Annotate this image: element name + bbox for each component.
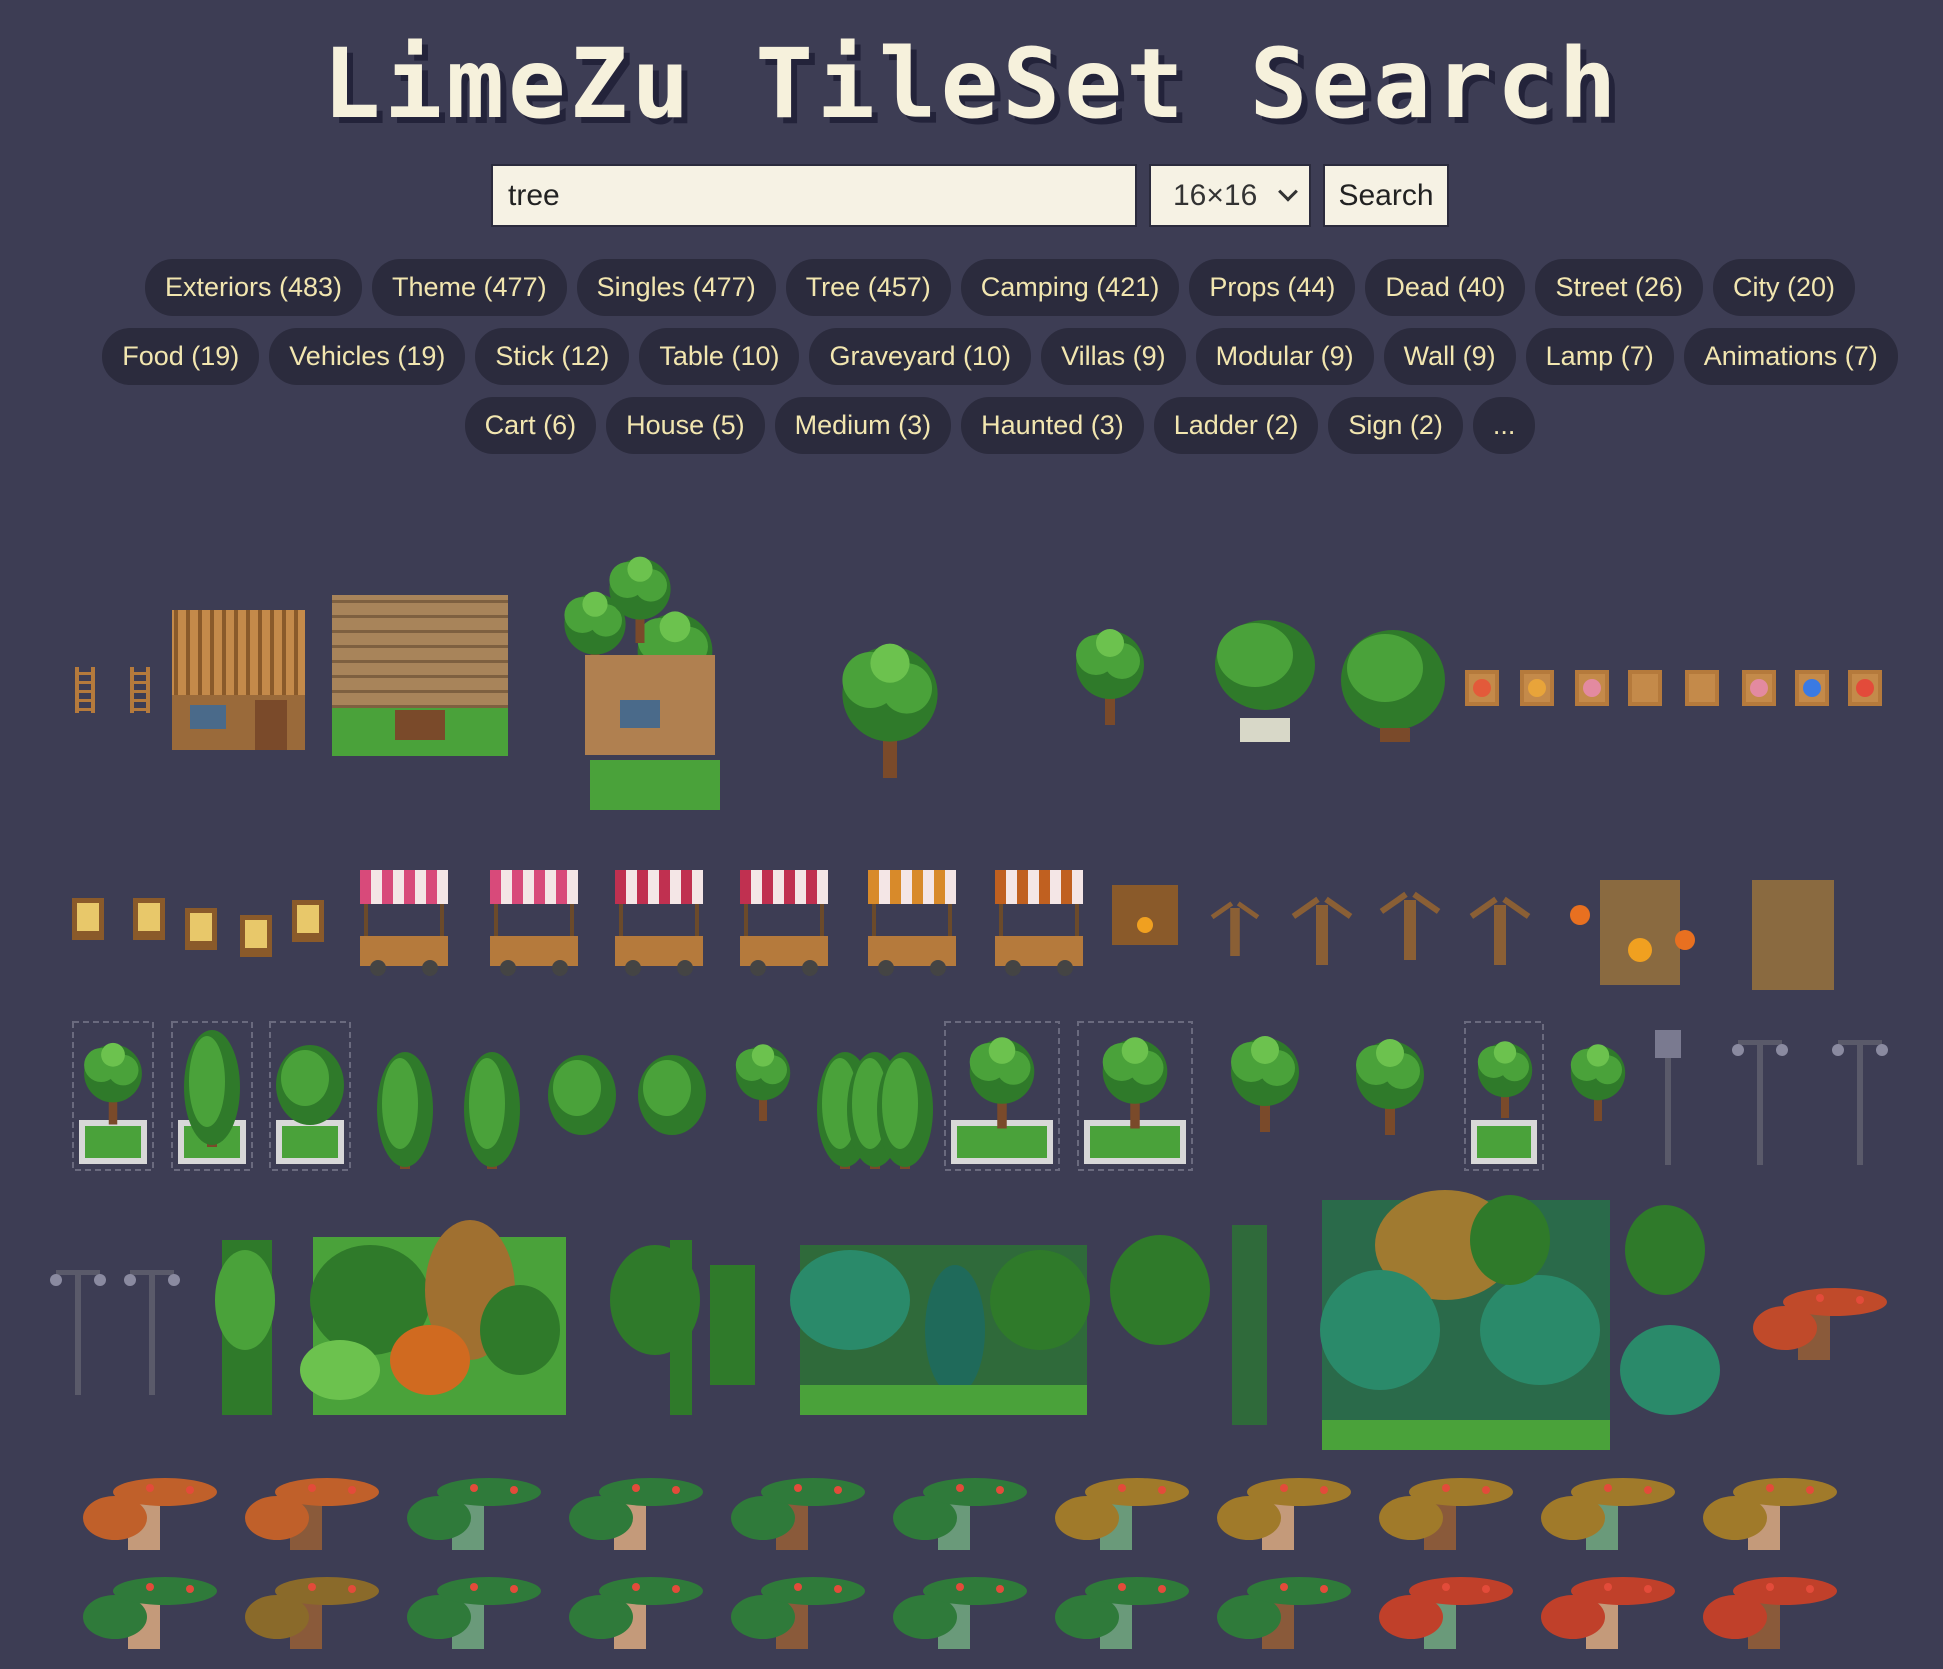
forest-edge-tile[interactable] [1110, 1235, 1210, 1345]
fruit-tree-tile[interactable] [245, 1577, 379, 1649]
market-stall-tile[interactable] [868, 870, 956, 976]
street-lamp-tile[interactable] [1732, 1040, 1788, 1165]
tree-tile[interactable] [842, 643, 938, 778]
roof-tile[interactable] [332, 595, 508, 756]
menu-board-tile[interactable] [133, 898, 165, 940]
street-lamp-tile[interactable] [50, 1270, 106, 1395]
house-tile[interactable] [172, 610, 305, 750]
forest-edge-tile[interactable] [710, 1265, 755, 1385]
fruit-tree-tile[interactable] [1217, 1577, 1351, 1649]
market-stall-tile[interactable] [360, 870, 448, 976]
fruit-tree-tile[interactable] [1703, 1577, 1837, 1649]
fruit-tree-tile[interactable] [1055, 1478, 1189, 1550]
pumpkin-stump-tile[interactable] [1112, 885, 1178, 945]
pine-tree-tile[interactable] [377, 1052, 433, 1169]
fruit-tree-tile[interactable] [569, 1577, 703, 1649]
fruit-tree-tile[interactable] [1379, 1478, 1513, 1550]
tile-results-grid [50, 556, 1888, 1649]
menu-board-tile[interactable] [240, 915, 272, 957]
fruit-tree-tile[interactable] [1055, 1577, 1189, 1649]
tree-tile[interactable] [1076, 629, 1144, 725]
tree-tile[interactable] [1477, 1041, 1533, 1118]
forest-edge-tile[interactable] [1232, 1225, 1267, 1425]
tree-tile[interactable] [1570, 1044, 1626, 1121]
sign-tile[interactable] [1685, 670, 1719, 706]
bush-tile[interactable] [638, 1055, 706, 1135]
fruit-tree-tile[interactable] [245, 1478, 379, 1550]
fruit-tree-tile[interactable] [569, 1478, 703, 1550]
pine-tree-tile[interactable] [464, 1052, 520, 1169]
dead-tree-tile[interactable] [1210, 901, 1260, 956]
forest-edge-tile[interactable] [215, 1240, 275, 1415]
market-stall-tile[interactable] [740, 870, 828, 976]
treehouse-tile[interactable] [585, 655, 720, 810]
sign-tile[interactable] [1520, 670, 1554, 706]
bush-tile[interactable] [548, 1055, 616, 1135]
fruit-tree-tile[interactable] [1217, 1478, 1351, 1550]
fruit-tree-tile[interactable] [83, 1478, 217, 1550]
sign-tile[interactable] [1795, 670, 1829, 706]
market-stall-tile[interactable] [490, 870, 578, 976]
fruit-tree-tile[interactable] [1753, 1288, 1887, 1360]
dead-tree-tile[interactable] [1379, 891, 1441, 960]
tree-tile[interactable] [969, 1037, 1035, 1129]
dead-tree-tile[interactable] [1291, 896, 1353, 965]
fruit-tree-tile[interactable] [731, 1577, 865, 1649]
tree-tile[interactable] [1356, 1039, 1424, 1135]
forest-tile[interactable] [1320, 1190, 1610, 1450]
market-stall-tile[interactable] [995, 870, 1083, 976]
street-lamp-tile[interactable] [124, 1270, 180, 1395]
forest-tile[interactable] [790, 1245, 1090, 1415]
sign-tile[interactable] [1742, 670, 1776, 706]
sign-tile[interactable] [1628, 670, 1662, 706]
fruit-tree-tile[interactable] [893, 1577, 1027, 1649]
fruit-tree-tile[interactable] [407, 1577, 541, 1649]
ladder-tile[interactable] [75, 667, 95, 713]
tree-planter-tile[interactable] [1341, 630, 1445, 742]
menu-board-tile[interactable] [185, 908, 217, 950]
fruit-tree-tile[interactable] [731, 1478, 865, 1550]
forest-tile[interactable] [300, 1220, 566, 1415]
menu-board-tile[interactable] [72, 898, 104, 940]
forest-edge-tile[interactable] [610, 1240, 700, 1415]
street-lamp-tile[interactable] [1832, 1040, 1888, 1165]
tree-tile[interactable] [1231, 1036, 1299, 1132]
fruit-tree-tile[interactable] [407, 1478, 541, 1550]
sign-tile[interactable] [1575, 670, 1609, 706]
fruit-tree-tile[interactable] [893, 1478, 1027, 1550]
bush-tile[interactable] [276, 1045, 344, 1125]
fruit-tree-tile[interactable] [1541, 1478, 1675, 1550]
fruit-tree-tile[interactable] [1379, 1577, 1513, 1649]
sign-tile[interactable] [1848, 670, 1882, 706]
dead-tree-tile[interactable] [1469, 896, 1531, 965]
menu-board-tile[interactable] [292, 900, 324, 942]
ladder-tile[interactable] [130, 667, 150, 713]
fruit-tree-tile[interactable] [83, 1577, 217, 1649]
fruit-tree-tile[interactable] [1541, 1577, 1675, 1649]
haunted-tree-tile[interactable] [1570, 880, 1695, 985]
tree-tile[interactable] [1102, 1037, 1168, 1129]
haunted-tree-tile[interactable] [1752, 880, 1834, 990]
tree-tile[interactable] [735, 1044, 791, 1121]
fruit-tree-tile[interactable] [1703, 1478, 1837, 1550]
tree-tile[interactable] [84, 1042, 142, 1125]
forest-edge-tile[interactable] [1620, 1205, 1720, 1415]
market-stall-tile[interactable] [615, 870, 703, 976]
tree-planter-tile[interactable] [1215, 620, 1315, 742]
sign-tile[interactable] [1465, 670, 1499, 706]
street-lamp-tile[interactable] [1655, 1030, 1681, 1165]
